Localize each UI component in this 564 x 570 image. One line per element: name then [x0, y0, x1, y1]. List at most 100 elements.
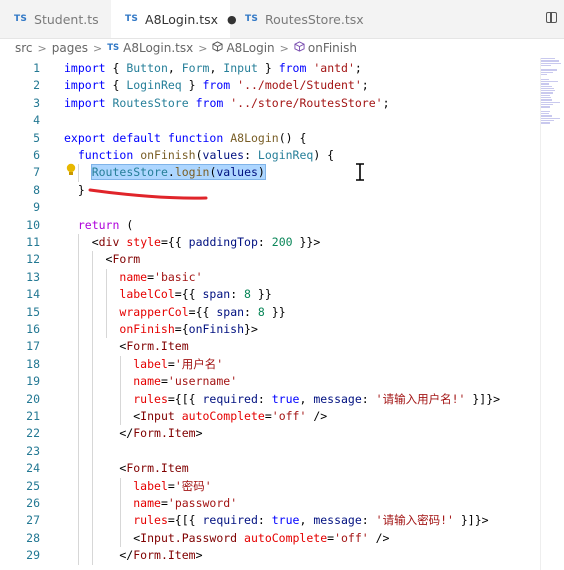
breadcrumb-item-src[interactable]: src	[15, 41, 33, 55]
code-line[interactable]: label='用户名'	[64, 356, 223, 373]
code-line[interactable]: import RoutesStore from '../store/Routes…	[64, 95, 390, 112]
chevron-right-icon: >	[37, 41, 47, 55]
line-number: 14	[26, 287, 40, 302]
line-number: 4	[33, 113, 40, 128]
line-number: 16	[26, 322, 40, 336]
line-number: 8	[33, 182, 40, 197]
line-number: 21	[26, 409, 40, 423]
line-number: 3	[33, 95, 40, 110]
tab-routesstore-tsx[interactable]: TS RoutesStore.tsx	[231, 0, 364, 38]
code-line[interactable]: function onFinish(values: LoginReq) {	[64, 147, 334, 164]
minimap-line	[541, 97, 551, 99]
line-number: 19	[26, 374, 40, 389]
code-line[interactable]: rules={[{ required: true, message: '请输入用…	[64, 391, 500, 408]
line-number: 28	[26, 530, 40, 545]
scrollbar-track[interactable]	[540, 58, 541, 570]
line-number: 6	[33, 148, 40, 162]
ibeam-cursor-icon	[356, 163, 364, 181]
code-line[interactable]: labelCol={{ span: 8 }}	[64, 286, 271, 303]
code-line[interactable]: <Form.Item	[64, 460, 188, 477]
code-line[interactable]: <Input autoComplete='off' />	[64, 408, 327, 425]
typescript-icon: TS	[14, 14, 28, 24]
cube-icon	[212, 41, 223, 55]
minimap-line	[541, 78, 549, 80]
line-number: 23	[26, 443, 40, 458]
minimap-line	[541, 74, 547, 76]
minimap-line	[541, 64, 551, 67]
line-number: 27	[26, 513, 40, 528]
code-line[interactable]: RoutesStore.login(values)	[64, 164, 266, 181]
line-number: 13	[26, 269, 40, 284]
minimap-line	[541, 113, 549, 115]
tab-a8login-tsx[interactable]: TS A8Login.tsx ●	[111, 0, 237, 38]
breadcrumb-item-file[interactable]: A8Login.tsx	[123, 41, 193, 55]
breadcrumb-item-pages[interactable]: pages	[52, 41, 88, 55]
typescript-icon: TS	[245, 14, 259, 24]
tab-label: Student.ts	[34, 11, 99, 27]
breadcrumb-item-component[interactable]: A8Login	[226, 41, 274, 55]
minimap-line	[541, 83, 549, 85]
tab-label: A8Login.tsx	[145, 11, 219, 27]
minimap-line	[541, 71, 553, 74]
red-underline-annotation	[88, 188, 208, 200]
lightbulb-icon[interactable]	[66, 163, 76, 177]
line-number: 9	[33, 200, 40, 215]
line-number: 1	[33, 61, 40, 75]
tab-student-ts[interactable]: TS Student.ts	[0, 0, 110, 38]
code-line[interactable]: name='basic'	[64, 269, 202, 286]
minimap-line	[541, 99, 552, 101]
minimap-line	[541, 120, 554, 122]
code-line[interactable]: <Form.Item	[64, 338, 188, 355]
line-number: 12	[26, 252, 40, 267]
code-line[interactable]: label='密码'	[64, 478, 211, 495]
code-line[interactable]: wrapperCol={{ span: 8 }}	[64, 304, 285, 321]
code-line[interactable]: <Form	[64, 251, 141, 268]
cube-icon	[294, 41, 305, 55]
code-line[interactable]: onFinish={onFinish}>	[64, 321, 258, 338]
minimap-line	[541, 69, 557, 71]
minimap-line	[541, 94, 550, 97]
minimap-line	[541, 62, 561, 64]
breadcrumb: src > pages > TS A8Login.tsx > A8Login >…	[15, 38, 357, 58]
breadcrumb-item-function[interactable]: onFinish	[308, 41, 357, 55]
minimap-line	[541, 80, 558, 83]
line-number: 24	[26, 461, 40, 476]
code-line[interactable]: name='password'	[64, 495, 237, 512]
code-line[interactable]: import { LoginReq } from '../model/Stude…	[64, 77, 369, 94]
line-number: 2	[33, 78, 40, 93]
minimap-line	[541, 115, 552, 117]
minimap-line	[541, 85, 552, 87]
code-line[interactable]: name='username'	[64, 373, 237, 390]
minimap-line	[541, 106, 550, 108]
minimap-line	[541, 58, 555, 60]
editor-tab-bar: TS Student.ts TS A8Login.tsx ● TS Routes…	[0, 0, 564, 39]
minimap-line	[541, 122, 550, 124]
tab-label: RoutesStore.tsx	[265, 11, 364, 27]
chevron-right-icon: >	[279, 41, 289, 55]
code-line[interactable]: export default function A8Login() {	[64, 130, 306, 147]
line-number: 7	[33, 165, 40, 180]
code-line[interactable]: return (	[64, 217, 133, 234]
minimap-line	[541, 117, 560, 120]
code-line[interactable]: </Form.Item>	[64, 425, 202, 442]
minimap[interactable]	[541, 58, 564, 128]
code-line[interactable]: <div style={{ paddingTop: 200 }}>	[64, 234, 321, 251]
code-editor[interactable]: 1 2 3 4 5 6 7 8 9 10 11 12 13 14 15 16 17 18 19 20 21 22 23 24 2…	[0, 58, 540, 570]
split-editor-icon[interactable]	[546, 12, 557, 23]
line-number: 11	[26, 235, 40, 249]
typescript-icon: TS	[107, 43, 120, 53]
typescript-icon: TS	[125, 14, 139, 24]
minimap-line	[541, 60, 559, 62]
code-line[interactable]: </Form.Item>	[64, 547, 202, 564]
code-line[interactable]: }	[64, 182, 85, 199]
line-number: 20	[26, 391, 40, 406]
code-line[interactable]: <Input.Password autoComplete='off' />	[64, 530, 389, 547]
code-line[interactable]: rules={[{ required: true, message: '请输入密…	[64, 512, 488, 529]
code-line[interactable]: import { Button, Form, Input } from 'ant…	[64, 60, 362, 77]
line-number: 29	[26, 548, 40, 563]
line-number: 25	[26, 478, 40, 493]
line-number: 15	[26, 304, 40, 319]
text-selection: RoutesStore.login(values)	[90, 164, 266, 181]
line-number: 10	[26, 217, 40, 232]
chevron-right-icon: >	[198, 41, 208, 55]
